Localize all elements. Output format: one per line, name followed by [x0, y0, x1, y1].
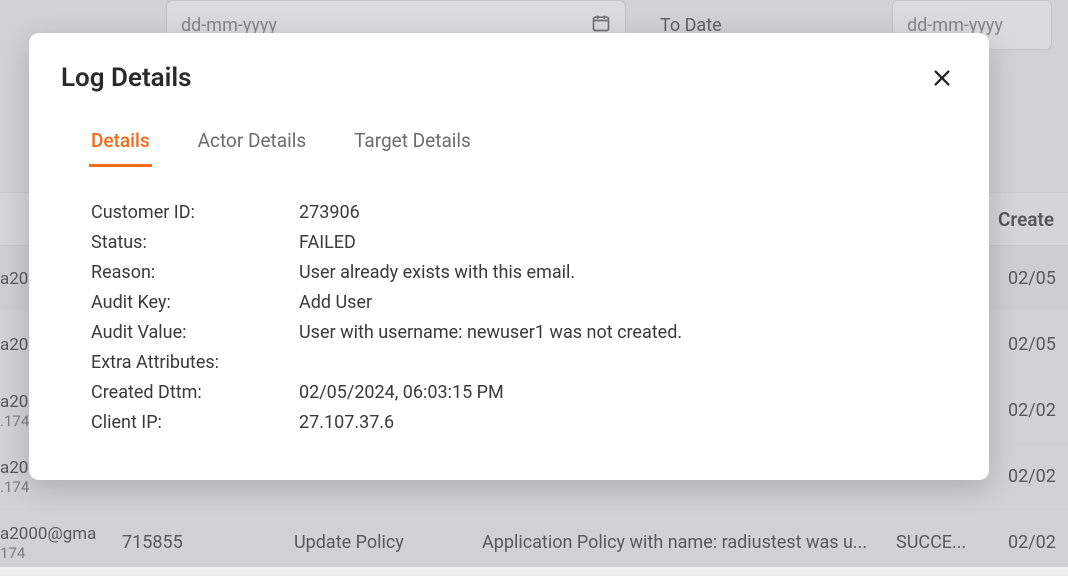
modal-overlay[interactable]: Log Details Details Actor Details Target…: [0, 0, 1068, 567]
detail-label: Status:: [91, 232, 299, 253]
detail-value: FAILED: [299, 232, 356, 253]
detail-value: User already exists with this email.: [299, 262, 575, 283]
detail-row-extra-attributes: Extra Attributes:: [91, 352, 957, 373]
detail-label: Extra Attributes:: [91, 352, 299, 373]
detail-label: Audit Value:: [91, 322, 299, 343]
detail-value: 27.107.37.6: [299, 412, 394, 433]
tab-actor-details[interactable]: Actor Details: [196, 121, 309, 167]
close-button[interactable]: [927, 63, 957, 93]
details-panel: Customer ID: 273906 Status: FAILED Reaso…: [91, 202, 957, 433]
modal-title: Log Details: [61, 63, 192, 93]
detail-value: Add User: [299, 292, 372, 313]
detail-row-status: Status: FAILED: [91, 232, 957, 253]
detail-row-audit-key: Audit Key: Add User: [91, 292, 957, 313]
tab-details[interactable]: Details: [89, 121, 152, 167]
detail-value: 02/05/2024, 06:03:15 PM: [299, 382, 504, 403]
detail-row-created-dttm: Created Dttm: 02/05/2024, 06:03:15 PM: [91, 382, 957, 403]
detail-row-client-ip: Client IP: 27.107.37.6: [91, 412, 957, 433]
log-details-modal: Log Details Details Actor Details Target…: [29, 33, 989, 480]
detail-row-customer-id: Customer ID: 273906: [91, 202, 957, 223]
detail-label: Created Dttm:: [91, 382, 299, 403]
detail-value: User with username: newuser1 was not cre…: [299, 322, 682, 343]
detail-row-reason: Reason: User already exists with this em…: [91, 262, 957, 283]
detail-label: Client IP:: [91, 412, 299, 433]
detail-label: Customer ID:: [91, 202, 299, 223]
close-icon: [931, 77, 953, 92]
tab-target-details[interactable]: Target Details: [352, 121, 473, 167]
detail-value: 273906: [299, 202, 360, 223]
tab-bar: Details Actor Details Target Details: [61, 121, 957, 168]
detail-row-audit-value: Audit Value: User with username: newuser…: [91, 322, 957, 343]
detail-label: Audit Key:: [91, 292, 299, 313]
detail-label: Reason:: [91, 262, 299, 283]
